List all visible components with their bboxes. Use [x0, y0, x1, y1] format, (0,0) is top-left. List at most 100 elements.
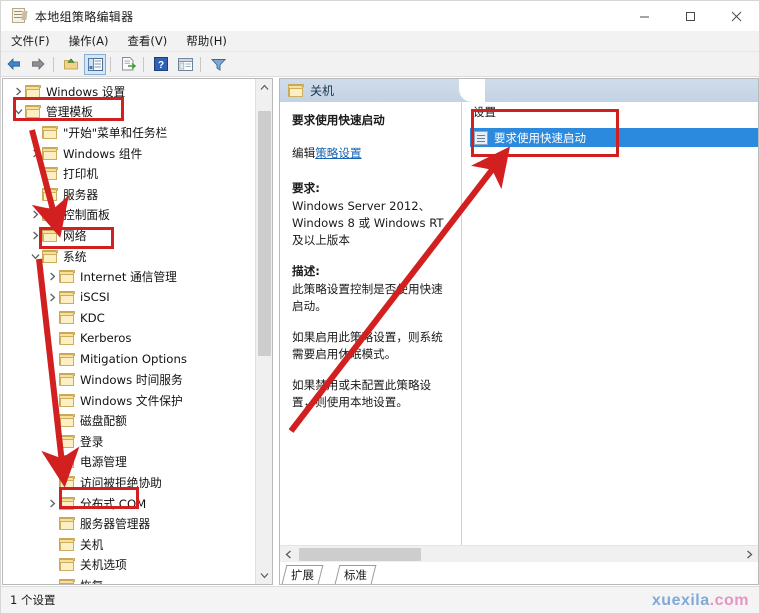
toolbar-separator-3 — [143, 56, 144, 72]
tree-item[interactable]: 访问被拒绝协助 — [3, 472, 256, 493]
menu-view[interactable]: 查看(V) — [118, 31, 176, 52]
tree-item-label: 访问被拒绝协助 — [80, 476, 162, 491]
tree-item-label: Windows 组件 — [63, 146, 143, 161]
tree-item[interactable]: Windows 文件保护 — [3, 390, 256, 411]
folder-icon — [42, 167, 58, 181]
new-window-icon[interactable] — [174, 54, 196, 75]
maximize-button[interactable] — [667, 1, 713, 31]
tree-item[interactable]: 系统 — [3, 246, 256, 267]
tree-item-label: KDC — [80, 310, 105, 325]
help-icon[interactable]: ? — [150, 54, 172, 75]
tree-item[interactable]: 服务器 — [3, 184, 256, 205]
tree-item-label: 电源管理 — [80, 455, 127, 470]
requirement-text: Windows Server 2012、Windows 8 或 Windows … — [292, 199, 444, 247]
show-hide-tree-icon[interactable] — [84, 53, 106, 75]
chevron-right-icon[interactable] — [28, 145, 42, 161]
tree-item[interactable]: 关机选项 — [3, 555, 256, 576]
tab-extended[interactable]: 扩展 — [281, 565, 324, 584]
chevron-right-icon[interactable] — [45, 289, 59, 305]
tree-scroll-down-icon[interactable] — [256, 567, 272, 584]
watermark-part1: xuexila — [651, 592, 710, 609]
up-folder-icon[interactable] — [60, 54, 82, 75]
tree-item[interactable]: Mitigation Options — [3, 349, 256, 370]
back-icon[interactable] — [3, 54, 25, 75]
folder-icon — [59, 558, 75, 572]
tree-item[interactable]: Internet 通信管理 — [3, 266, 256, 287]
hscroll-left-icon[interactable] — [280, 546, 297, 563]
tree-item[interactable]: 控制面板 — [3, 205, 256, 226]
folder-icon — [25, 84, 41, 98]
chevron-right-icon[interactable] — [45, 495, 59, 511]
description-paragraph-1: 此策略设置控制是否使用快速启动。 — [292, 282, 443, 313]
folder-icon — [59, 579, 75, 584]
tree-item[interactable]: 电源管理 — [3, 452, 256, 473]
chevron-down-icon[interactable] — [28, 248, 42, 264]
tree-item[interactable]: 恢复 — [3, 575, 256, 584]
policy-setting-link[interactable]: 策略设置 — [315, 146, 361, 160]
chevron-right-icon[interactable] — [28, 227, 42, 243]
watermark-part2: .com — [709, 592, 749, 609]
console-tree-pane: Windows 设置 管理模板 "开始"菜单和任务栏 Windows 组件 打印机 服务器… — [2, 78, 273, 585]
filter-icon[interactable] — [207, 54, 229, 75]
hscroll-thumb[interactable] — [299, 548, 421, 561]
chevron-right-icon[interactable] — [45, 454, 59, 470]
policy-edit-line: 编辑策略设置 — [292, 145, 452, 162]
tree-item[interactable]: 关机 — [3, 534, 256, 555]
tree-scrollbar-thumb[interactable] — [258, 111, 271, 356]
gpedit-icon — [10, 7, 28, 25]
tree-item[interactable]: 服务器管理器 — [3, 513, 256, 534]
forward-icon[interactable] — [27, 54, 49, 75]
tree-item[interactable]: 管理模板 — [3, 102, 256, 123]
menu-help[interactable]: 帮助(H) — [177, 31, 236, 52]
folder-icon — [25, 105, 41, 119]
edit-prefix-label: 编辑 — [292, 146, 316, 160]
tree-item-label: 管理模板 — [46, 105, 93, 120]
console-tree[interactable]: Windows 设置 管理模板 "开始"菜单和任务栏 Windows 组件 打印机 服务器… — [3, 79, 256, 584]
toolbar-separator-2 — [110, 56, 111, 72]
chevron-right-icon[interactable] — [45, 269, 59, 285]
result-pane: 关机 要求使用快速启动 编辑策略设置 要求: Windows Server 20… — [279, 78, 759, 585]
tree-vertical-scrollbar[interactable] — [255, 79, 272, 584]
chevron-right-icon[interactable] — [45, 372, 59, 388]
svg-text:?: ? — [158, 60, 164, 71]
tree-item[interactable]: 打印机 — [3, 163, 256, 184]
hscroll-right-icon[interactable] — [741, 546, 758, 563]
folder-icon — [59, 393, 75, 407]
pane-splitter[interactable] — [461, 102, 465, 564]
requirement-block: 要求: Windows Server 2012、Windows 8 或 Wind… — [292, 180, 452, 249]
tree-item-label: Windows 设置 — [46, 84, 126, 99]
folder-icon — [59, 434, 75, 448]
tree-item[interactable]: iSCSI — [3, 287, 256, 308]
chevron-down-icon[interactable] — [11, 104, 25, 120]
tree-scroll-up-icon[interactable] — [256, 79, 272, 96]
folder-icon — [42, 125, 58, 139]
folder-icon — [59, 455, 75, 469]
menu-action[interactable]: 操作(A) — [60, 31, 118, 52]
tree-item[interactable]: Windows 组件 — [3, 143, 256, 164]
tree-item[interactable]: 登录 — [3, 431, 256, 452]
status-bar: 1 个设置 — [1, 586, 759, 613]
export-list-icon[interactable] — [117, 54, 139, 75]
result-pane-body: 要求使用快速启动 编辑策略设置 要求: Windows Server 2012、… — [280, 102, 758, 564]
chevron-right-icon[interactable] — [28, 207, 42, 223]
chevron-right-icon[interactable] — [11, 83, 25, 99]
folder-icon — [59, 373, 75, 387]
minimize-button[interactable] — [621, 1, 667, 31]
tree-item[interactable]: Kerberos — [3, 328, 256, 349]
tree-item[interactable]: Windows 设置 — [3, 81, 256, 102]
tree-item-label: 登录 — [80, 434, 104, 449]
tree-item[interactable]: "开始"菜单和任务栏 — [3, 122, 256, 143]
tree-item[interactable]: 网络 — [3, 225, 256, 246]
settings-column-header[interactable]: 设置 — [466, 102, 758, 121]
result-horizontal-scrollbar[interactable] — [280, 545, 758, 562]
close-button[interactable] — [713, 1, 759, 31]
table-row[interactable]: 要求使用快速启动 — [470, 128, 758, 147]
tree-item[interactable]: KDC — [3, 308, 256, 329]
tree-item[interactable]: Windows 时间服务 — [3, 369, 256, 390]
folder-icon — [42, 228, 58, 242]
menu-file[interactable]: 文件(F) — [2, 31, 59, 52]
tree-item-label: Windows 文件保护 — [80, 393, 183, 408]
tab-standard[interactable]: 标准 — [334, 565, 377, 584]
tree-item[interactable]: 磁盘配额 — [3, 411, 256, 432]
tree-item[interactable]: 分布式 COM — [3, 493, 256, 514]
